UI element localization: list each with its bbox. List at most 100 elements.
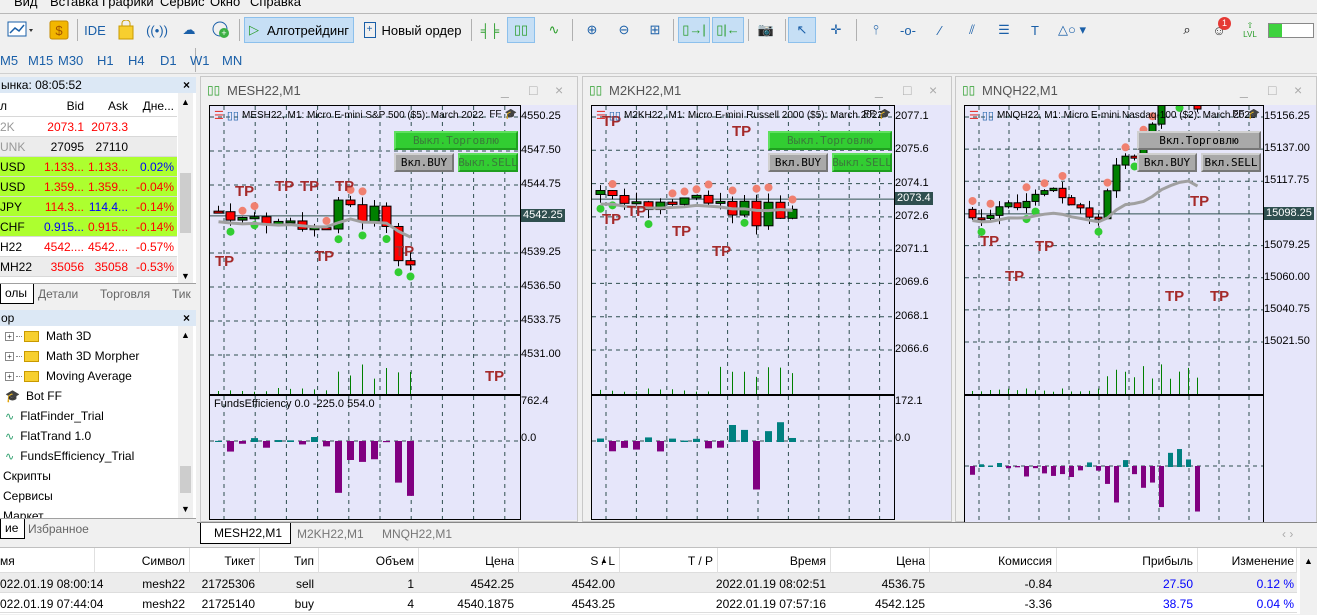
depth-icon[interactable]: ▯▯ [609, 109, 621, 122]
close-icon[interactable]: × [183, 77, 190, 93]
bar-chart-button[interactable]: ╡╞ [476, 17, 504, 43]
cursor-button[interactable]: ↖ [788, 17, 816, 43]
navigator-item[interactable]: ∿ FundsEfficiency_Trial [0, 446, 175, 466]
menu-item[interactable]: Вид [14, 0, 38, 9]
column-header[interactable]: мя [0, 554, 15, 568]
navigator-scrollbar[interactable]: ▲ ▼ [178, 326, 193, 518]
chart-shift-button[interactable]: ▯|← [712, 17, 744, 43]
level-button[interactable]: ⇧ LVL [1238, 17, 1262, 43]
chart-button-0[interactable]: Выкл.Торговлю [768, 131, 892, 150]
zoom-in-button[interactable]: ⊕ [578, 17, 606, 43]
subscribe-icon[interactable]: + [208, 17, 234, 43]
minimize-button[interactable]: _ [1240, 82, 1248, 98]
screenshot-button[interactable]: 📷 [752, 17, 780, 43]
timeframe-w1[interactable]: W1 [190, 53, 210, 68]
column-header[interactable]: Прибыль [1142, 554, 1193, 568]
minimize-button[interactable]: _ [501, 82, 509, 98]
column-header[interactable]: л [0, 99, 40, 113]
chart-window-title[interactable]: ▯▯ M2KH22,M1 [583, 77, 951, 103]
column-header[interactable]: Тип [294, 554, 314, 568]
horizontal-line-button[interactable]: -o- [894, 17, 922, 43]
new-chart-button[interactable] [4, 17, 38, 43]
price-chart[interactable]: TP TP TP TP TP TP ☰ ▯▯ M2KH22, M1: Micro E-mini … [591, 105, 895, 395]
expand-icon[interactable]: + [5, 331, 14, 341]
chart-button-2[interactable]: Выкл.SELL [458, 153, 518, 172]
text-button[interactable]: T [1022, 17, 1048, 43]
chart-tab[interactable]: MESH22,M1 [200, 523, 292, 544]
candlestick-button[interactable]: ▯▯ [507, 17, 535, 43]
trade-panel-icon[interactable]: ☰ [214, 109, 224, 122]
timeframe-h1[interactable]: H1 [97, 53, 114, 68]
menu-item[interactable]: Справка [250, 0, 301, 9]
column-header[interactable]: Bid [42, 99, 84, 113]
navigator-item[interactable]: Скрипты [0, 466, 175, 486]
indicator-subwindow[interactable] [591, 395, 895, 520]
ide-button[interactable]: IDE [82, 17, 108, 43]
chart-button-2[interactable]: Выкл.SELL [832, 153, 892, 172]
menu-item[interactable]: Сервис [160, 0, 205, 9]
timeframe-m30[interactable]: M30 [58, 53, 83, 68]
menu-item[interactable]: Графики [102, 0, 154, 9]
tab[interactable]: Избранное [28, 522, 89, 536]
timeframe-h4[interactable]: H4 [128, 53, 145, 68]
price-chart[interactable]: TP TP TP TP TP TP ☰ ▯▯ MNQH22, M1: Micro E-mini … [964, 105, 1264, 395]
navigator-item[interactable]: + Moving Average [0, 366, 175, 386]
maximize-button[interactable]: □ [529, 82, 537, 98]
chart-button-0[interactable]: Вкл.Торговлю [1137, 131, 1261, 150]
autoscroll-button[interactable]: ▯→| [678, 17, 710, 43]
trendline-button[interactable]: ⁄ [926, 17, 954, 43]
notifications-button[interactable]: ☺ 1 [1206, 17, 1232, 43]
fibonacci-button[interactable]: ☰ [990, 17, 1018, 43]
navigator-item[interactable]: Сервисы [0, 486, 175, 506]
chart-tab[interactable]: M2KH22,M1 [297, 527, 364, 541]
chart-window[interactable]: ▯▯ M2KH22,M1 _ □ × TP TP TP TP TP TP ☰ ▯▯ M2KH22, M1:… [582, 76, 952, 522]
trade-panel-icon[interactable]: ☰ [596, 109, 606, 122]
column-header[interactable]: Дне... [132, 99, 174, 113]
indicator-subwindow[interactable] [964, 395, 1264, 525]
market-watch-row[interactable]: МН22 35056 35058 -0.53% [0, 257, 177, 277]
indicator-subwindow[interactable]: FundsEfficiency 0.0 -225.0 554.0 [209, 395, 521, 520]
column-header[interactable]: Цена [485, 554, 514, 568]
zoom-out-button[interactable]: ⊖ [610, 17, 638, 43]
column-header[interactable]: Объем [376, 554, 414, 568]
market-watch-row[interactable]: USD 1.359... 1.359... -0.04% [0, 177, 177, 197]
market-watch-row[interactable]: CHF 0.915... 0.915... -0.14% [0, 217, 177, 237]
price-axis[interactable]: 2077.1 2075.6 2074.1 2072.6 2071.1 2069.6 2068… [895, 105, 951, 520]
tab[interactable]: ие [0, 519, 26, 539]
tab[interactable]: Торговля [100, 287, 150, 301]
navigator-item[interactable]: 🎓 Bot FF [0, 386, 175, 406]
channel-button[interactable]: ⫽ [958, 17, 986, 43]
crosshair-button[interactable]: ✛ [822, 17, 850, 43]
timeframe-m15[interactable]: M15 [28, 53, 53, 68]
shapes-dropdown[interactable]: △○ ▾ [1052, 17, 1092, 43]
depth-icon[interactable]: ▯▯ [227, 109, 239, 122]
close-button[interactable]: × [1294, 82, 1302, 98]
menu-item[interactable]: Вставка [50, 0, 98, 9]
dollar-icon[interactable]: $ [46, 17, 72, 43]
navigator-item[interactable]: ∿ FlatFinder_Trial [0, 406, 175, 426]
minimize-button[interactable]: _ [875, 82, 883, 98]
expand-icon[interactable]: + [5, 351, 14, 361]
depth-icon[interactable]: ▯▯ [982, 109, 994, 122]
tab[interactable]: Тик [172, 287, 196, 301]
column-header[interactable]: Комиссия [998, 554, 1052, 568]
timeframe-d1[interactable]: D1 [160, 53, 177, 68]
tile-windows-button[interactable]: ⊞ [642, 17, 668, 43]
chart-window-title[interactable]: ▯▯ MNQH22,M1 [956, 77, 1316, 103]
close-button[interactable]: × [929, 82, 937, 98]
line-chart-button[interactable]: ∿ [540, 17, 568, 43]
signals-icon[interactable]: ((•)) [144, 17, 170, 43]
market-watch-row[interactable]: H22 4542.... 4542.... -0.57% [0, 237, 177, 257]
column-header[interactable]: Цена [896, 554, 925, 568]
tab-scroll-arrows-icon[interactable]: ‹ › [1282, 527, 1293, 541]
price-axis[interactable]: 4550.25 4547.50 4544.75 4539.25 4536.50 4533.… [521, 105, 577, 520]
chart-button-1[interactable]: Вкл.BUY [1137, 153, 1197, 172]
column-header[interactable]: Тикет [224, 554, 255, 568]
chart-window[interactable]: ▯▯ MNQH22,M1 _ □ × TP TP TP TP TP TP ☰ ▯▯ MNQH22, M1:… [955, 76, 1317, 525]
market-watch-row[interactable]: JPY 114.3... 114.4... -0.14% [0, 197, 177, 217]
market-watch-row[interactable]: 2K 2073.1 2073.3 [0, 117, 177, 137]
chart-button-0[interactable]: Выкл.Торговлю [394, 131, 518, 150]
column-header[interactable]: T / P [688, 554, 713, 568]
vps-cloud-icon[interactable]: ☁ [176, 17, 202, 43]
timeframe-mn[interactable]: MN [222, 53, 242, 68]
